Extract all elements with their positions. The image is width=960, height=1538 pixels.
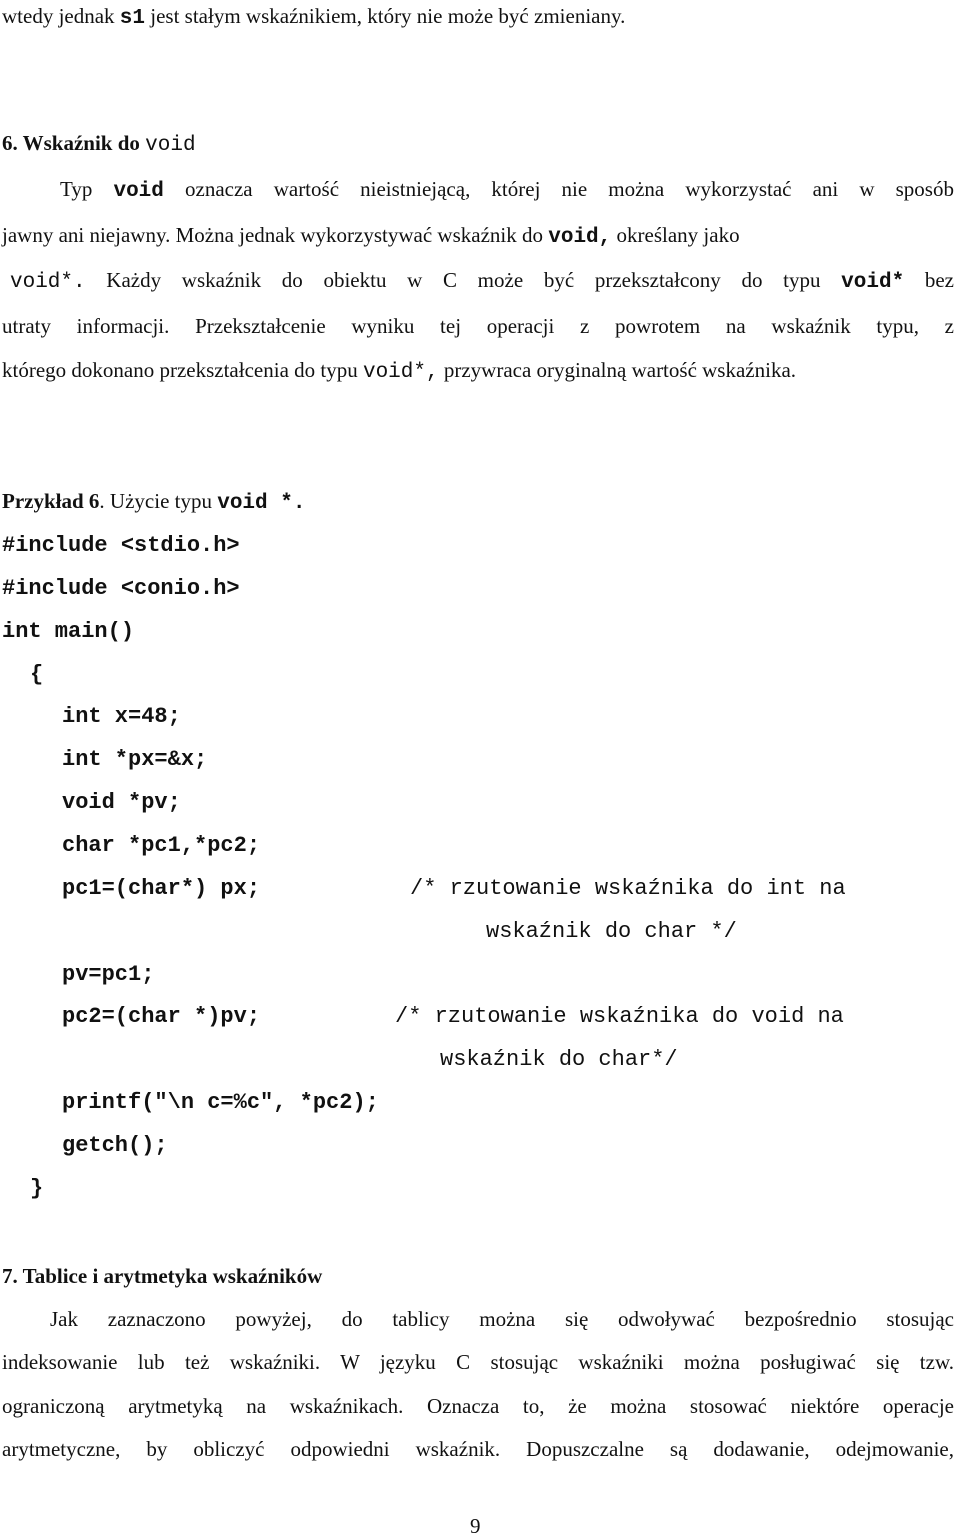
text: Każdy wskaźnik do obiektu w C może być p… xyxy=(85,268,842,292)
code-line: void *pv; xyxy=(62,790,181,815)
inline-code: void, xyxy=(548,226,612,249)
inline-code: void* xyxy=(841,271,905,294)
s7-line-4: arytmetyczne, by obliczyć odpowiedni wsk… xyxy=(2,1437,954,1461)
code-line: #include <stdio.h> xyxy=(2,533,240,558)
inline-code: void*. xyxy=(10,271,86,294)
code-line: char *pc1,*pc2; xyxy=(62,833,261,858)
code-comment: /* rzutowanie wskaźnika do int na xyxy=(410,876,846,901)
s7-line-3: ograniczoną arytmetyką na wskaźnikach. O… xyxy=(2,1394,954,1418)
code-comment: /* rzutowanie wskaźnika do void na xyxy=(395,1004,844,1029)
code-line: } xyxy=(30,1176,44,1201)
text: Typ xyxy=(60,177,114,201)
inline-code: void *. xyxy=(217,492,306,515)
code-line: printf("\n c=%c", *pc2); xyxy=(62,1090,379,1115)
s7-line-1: Jak zaznaczono powyżej, do tablicy można… xyxy=(50,1307,954,1331)
code-line: getch(); xyxy=(62,1133,168,1158)
code-line: pv=pc1; xyxy=(62,962,155,987)
code-line: int *px=&x; xyxy=(62,747,208,772)
s6-line-2: jawny ani niejawny. Można jednak wykorzy… xyxy=(2,223,740,249)
s6-line-5: którego dokonano przekształcenia do typu… xyxy=(2,358,797,384)
code-comment: wskaźnik do char*/ xyxy=(440,1047,678,1072)
code-comment: wskaźnik do char */ xyxy=(486,919,737,944)
section-6-heading: 6. Wskaźnik do void xyxy=(2,131,196,157)
text: którego dokonano przekształcenia do typu xyxy=(2,358,363,382)
inline-code: s1 xyxy=(119,7,146,30)
s6-line-1: Typ void oznacza wartość nieistniejącą, … xyxy=(60,177,954,203)
inline-code: void*, xyxy=(362,361,439,384)
text: bez xyxy=(904,268,954,292)
code-line: { xyxy=(30,662,44,687)
s7-line-2: indeksowanie lub też wskaźniki. W języku… xyxy=(2,1350,954,1374)
page-number: 9 xyxy=(470,1514,481,1538)
s6-line-4: utraty informacji. Przekształcenie wynik… xyxy=(2,314,954,338)
text: oznacza wartość nieistniejącą, której ni… xyxy=(163,177,954,201)
text: jest stałym wskaźnikiem, który nie może … xyxy=(145,4,626,28)
s6-line-3: void*. Każdy wskaźnik do obiektu w C moż… xyxy=(10,268,954,294)
inline-code: void xyxy=(113,180,164,203)
text: . Użycie typu xyxy=(99,489,218,513)
text: przywraca oryginalną wartość wskaźnika. xyxy=(438,358,797,382)
code-line: pc2=(char *)pv; xyxy=(62,1004,261,1029)
inline-code: void xyxy=(145,134,196,157)
code-line: #include <conio.h> xyxy=(2,576,240,601)
example-6-label: Przykład 6. Użycie typu void *. xyxy=(2,489,306,515)
text: wtedy jednak xyxy=(2,4,120,28)
text: jawny ani niejawny. Można jednak wykorzy… xyxy=(2,223,549,247)
intro-line: wtedy jednak s1 jest stałym wskaźnikiem,… xyxy=(2,4,626,30)
text: określany jako xyxy=(611,223,740,247)
heading-text: 6. Wskaźnik do xyxy=(2,131,146,155)
code-line: int x=48; xyxy=(62,704,181,729)
section-7-heading: 7. Tablice i arytmetyka wskaźników xyxy=(2,1264,323,1288)
code-line: pc1=(char*) px; xyxy=(62,876,261,901)
example-label-bold: Przykład 6 xyxy=(2,489,100,513)
code-line: int main() xyxy=(2,619,135,644)
